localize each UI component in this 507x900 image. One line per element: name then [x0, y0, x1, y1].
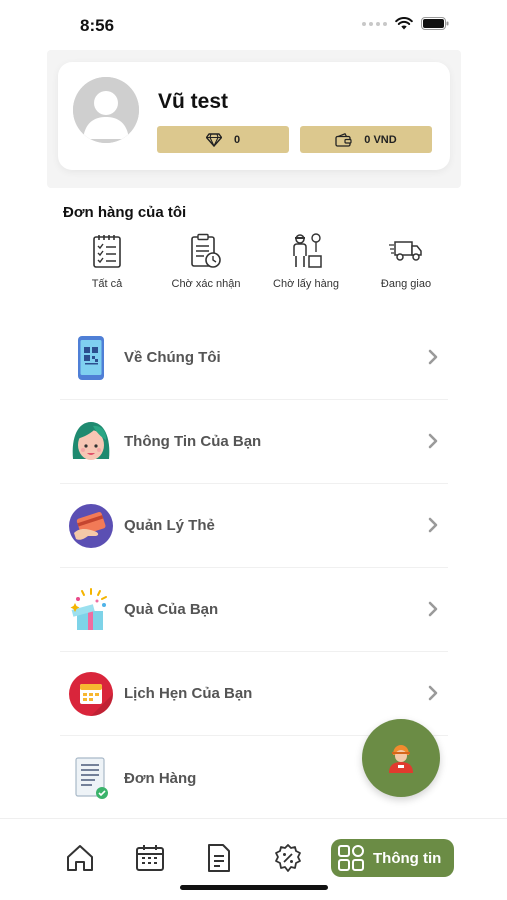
gift-box-icon: [70, 587, 107, 630]
profile-card: Vũ test 0 0 VND: [58, 62, 450, 170]
diamond-balance-button[interactable]: 0: [157, 126, 289, 153]
wallet-balance-button[interactable]: 0 VND: [300, 126, 432, 153]
order-document-icon: [75, 757, 108, 799]
calendar-icon: [136, 845, 164, 871]
chevron-right-icon: [428, 349, 438, 365]
grid-icon: [338, 845, 364, 871]
status-time: 8:56: [80, 16, 115, 35]
chevron-right-icon: [428, 601, 438, 617]
diamond-balance-value: 0: [233, 133, 241, 146]
chevron-right-icon: [428, 433, 438, 449]
user-name: Vũ test: [158, 90, 229, 113]
wifi-icon: [395, 17, 413, 30]
status-bar: 8:56: [0, 0, 507, 50]
credit-card-hand-icon: [69, 503, 113, 548]
order-tab-label: Chờ xác nhận: [171, 278, 241, 290]
checklist-icon: [93, 235, 121, 268]
home-icon: [67, 845, 93, 871]
phone-qr-icon: [78, 335, 104, 380]
menu-item-card-management[interactable]: Quản Lý Thẻ: [60, 484, 448, 568]
menu-item-label: Đơn Hàng: [124, 769, 197, 787]
chevron-right-icon: [428, 517, 438, 533]
avatar[interactable]: [73, 77, 139, 143]
menu-item-your-info[interactable]: Thông Tin Của Bạn: [60, 400, 448, 484]
menu-item-label: Lịch Hẹn Của Bạn: [124, 685, 253, 702]
calendar-icon: [69, 671, 113, 716]
nav-documents[interactable]: [202, 841, 236, 875]
bottom-nav: Thông tin: [0, 818, 507, 900]
diamond-icon: [205, 132, 222, 147]
nav-calendar[interactable]: [133, 841, 167, 875]
delivery-man-icon: [293, 233, 322, 268]
status-icons: [362, 17, 449, 30]
battery-icon: [421, 17, 449, 30]
menu-item-label: Thông Tin Của Bạn: [124, 433, 262, 450]
woman-avatar-icon: [72, 421, 110, 460]
menu-item-label: Quản Lý Thẻ: [124, 517, 215, 534]
order-tab-label: Tất cả: [91, 278, 123, 290]
nav-active-label: Thông tin: [373, 849, 442, 867]
chevron-right-icon: [428, 685, 438, 701]
clipboard-clock-icon: [191, 233, 221, 268]
support-fab-button[interactable]: [362, 719, 440, 797]
menu-item-your-gifts[interactable]: Quà Của Bạn: [60, 568, 448, 652]
orders-section-title: Đơn hàng của tôi: [63, 204, 187, 221]
order-tab-awaiting-pickup[interactable]: Chờ lấy hàng: [261, 230, 351, 290]
order-tab-label: Chờ lấy hàng: [273, 278, 339, 290]
home-indicator: [180, 885, 328, 890]
signal-icon: [362, 21, 387, 26]
wallet-balance-value: 0 VND: [364, 133, 397, 146]
menu-item-label: Quà Của Bạn: [124, 601, 219, 618]
nav-home[interactable]: [63, 841, 97, 875]
nav-profile-active[interactable]: Thông tin: [331, 839, 454, 877]
menu-item-label: Về Chúng Tôi: [124, 349, 221, 366]
nav-promotions[interactable]: [271, 841, 305, 875]
discount-icon: [275, 844, 301, 872]
order-tab-pending-confirmation[interactable]: Chờ xác nhận: [161, 230, 251, 290]
order-tab-shipping[interactable]: Đang giao: [361, 230, 451, 290]
document-icon: [208, 844, 230, 872]
delivery-person-icon: [389, 745, 413, 773]
delivery-truck-icon: [389, 241, 422, 261]
order-tab-label: Đang giao: [380, 278, 432, 290]
menu-item-about-us[interactable]: Về Chúng Tôi: [60, 316, 448, 400]
wallet-icon: [335, 132, 352, 147]
order-tab-all[interactable]: Tất cả: [62, 230, 152, 290]
